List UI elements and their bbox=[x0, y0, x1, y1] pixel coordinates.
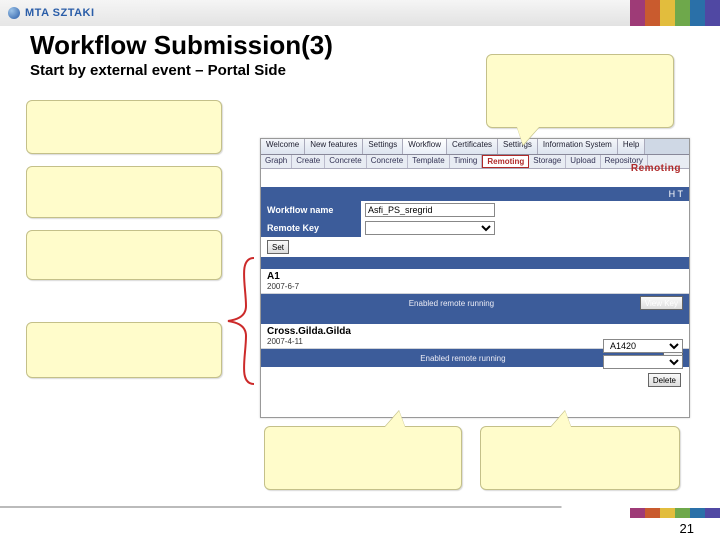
delete-button[interactable]: Delete bbox=[648, 373, 681, 387]
tab-settings-a[interactable]: Settings bbox=[363, 139, 403, 154]
entry-2-name: Cross.Gilda.Gilda bbox=[267, 326, 683, 337]
section-heading: Remoting bbox=[631, 163, 681, 174]
tab-certificates[interactable]: Certificates bbox=[447, 139, 498, 154]
subtab-concrete-a[interactable]: Concrete bbox=[325, 155, 366, 168]
portal-screenshot: Welcome New features Settings Workflow C… bbox=[260, 138, 690, 418]
workflow-name-row: Workflow name bbox=[261, 201, 689, 219]
portal-subtabs: Graph Create Concrete Concrete Template … bbox=[261, 155, 689, 169]
page-number: 21 bbox=[680, 521, 694, 536]
tab-help[interactable]: Help bbox=[618, 139, 645, 154]
subtab-storage[interactable]: Storage bbox=[529, 155, 566, 168]
entry-1-viewkey-button[interactable]: View Key bbox=[640, 296, 683, 310]
callout-5 bbox=[486, 54, 674, 128]
remote-key-select[interactable] bbox=[365, 221, 495, 235]
entry-1-date: 2007-6-7 bbox=[267, 282, 683, 291]
right-dropdown-2[interactable] bbox=[603, 355, 683, 369]
slide-subtitle: Start by external event – Portal Side bbox=[30, 62, 286, 79]
color-stripe bbox=[630, 0, 720, 26]
remote-key-row: Remote Key bbox=[261, 219, 689, 237]
callout-2 bbox=[26, 166, 222, 218]
callout-1 bbox=[26, 100, 222, 154]
tab-welcome[interactable]: Welcome bbox=[261, 139, 305, 154]
divider-bar-1 bbox=[261, 257, 689, 269]
subtab-graph[interactable]: Graph bbox=[261, 155, 292, 168]
curly-brace-icon bbox=[224, 256, 264, 386]
tab-new-features[interactable]: New features bbox=[305, 139, 363, 154]
title-bar-right: H T bbox=[669, 189, 683, 199]
footer-rule bbox=[0, 506, 720, 508]
workflow-name-input[interactable] bbox=[365, 203, 495, 217]
entry-1-status-row: Enabled remote running View Key bbox=[261, 294, 689, 312]
footer-color-stripe bbox=[630, 508, 720, 518]
divider-bar-2 bbox=[261, 312, 689, 324]
tab-workflow[interactable]: Workflow bbox=[403, 139, 447, 154]
banner-fill bbox=[160, 0, 630, 26]
portal-tabs: Welcome New features Settings Workflow C… bbox=[261, 139, 689, 155]
brand-text: MTA SZTAKI bbox=[25, 7, 95, 19]
entry-1-name: A1 bbox=[267, 271, 683, 282]
callout-4 bbox=[26, 322, 222, 378]
callout-6 bbox=[264, 426, 462, 490]
entry-2-status: Enabled remote running bbox=[267, 354, 659, 363]
subtab-create[interactable]: Create bbox=[292, 155, 325, 168]
subtab-timing[interactable]: Timing bbox=[450, 155, 483, 168]
callout-7 bbox=[480, 426, 680, 490]
remote-key-label: Remote Key bbox=[261, 219, 361, 237]
title-bar: H T bbox=[261, 187, 689, 201]
right-dropdown-1[interactable]: A1420 bbox=[603, 339, 683, 353]
remoting-entry-1: A1 2007-6-7 bbox=[261, 269, 689, 294]
set-button[interactable]: Set bbox=[267, 240, 289, 254]
brand-banner: MTA SZTAKI bbox=[0, 0, 720, 26]
callout-3 bbox=[26, 230, 222, 280]
subtab-remoting[interactable]: Remoting bbox=[482, 155, 529, 168]
subtab-upload[interactable]: Upload bbox=[566, 155, 600, 168]
brand-logo: MTA SZTAKI bbox=[0, 0, 160, 26]
subtab-concrete-b[interactable]: Concrete bbox=[367, 155, 408, 168]
tab-info-system[interactable]: Information System bbox=[538, 139, 618, 154]
entry-1-status: Enabled remote running bbox=[267, 299, 636, 308]
workflow-name-label: Workflow name bbox=[261, 201, 361, 219]
logo-sphere-icon bbox=[8, 7, 20, 19]
slide-title: Workflow Submission(3) bbox=[30, 30, 333, 61]
subtab-template[interactable]: Template bbox=[408, 155, 449, 168]
